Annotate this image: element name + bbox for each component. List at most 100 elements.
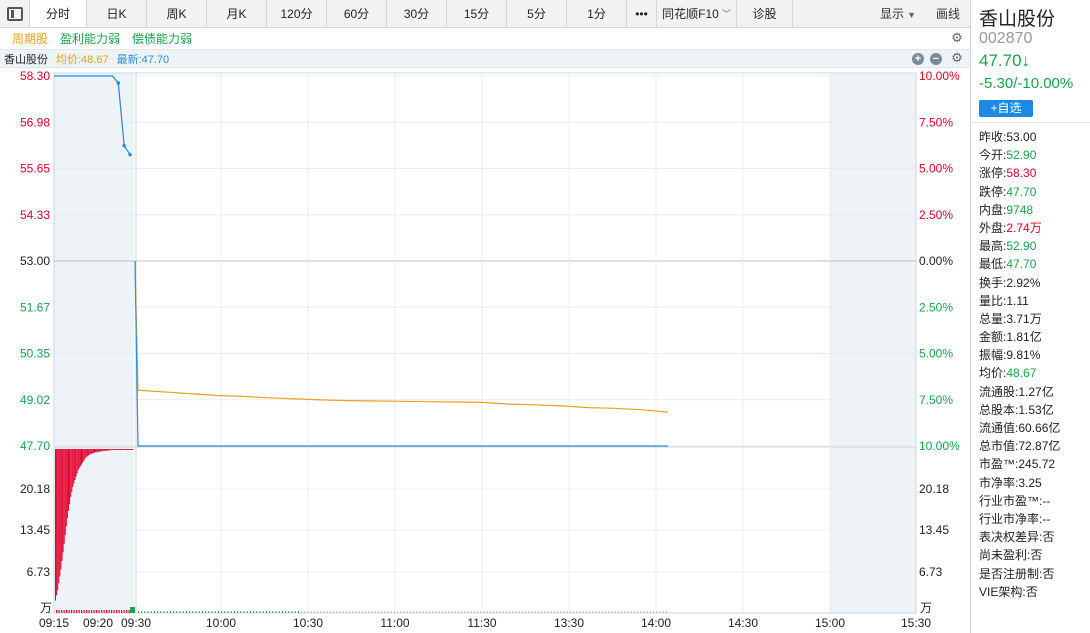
stock-change: -5.30/-10.00%	[979, 75, 1074, 92]
volume-bar	[592, 611, 594, 613]
tab-3[interactable]: 月K	[207, 0, 267, 27]
chart-settings-gear-icon[interactable]: ⚙	[950, 51, 964, 65]
volume-bar	[454, 611, 456, 613]
tab-1[interactable]: 日K	[87, 0, 147, 27]
volume-bar	[413, 611, 415, 613]
volume-bar	[547, 611, 549, 613]
volume-bar	[637, 611, 639, 613]
tab-8[interactable]: 5分	[507, 0, 567, 27]
volume-bar	[282, 611, 283, 613]
stat-label: 换手:	[979, 275, 1007, 290]
stat-value: 1.81亿	[1006, 330, 1042, 345]
volume-bar	[269, 611, 271, 613]
tab-5[interactable]: 60分	[327, 0, 387, 27]
sidebar-toggle-button[interactable]	[0, 0, 30, 27]
volume-bar	[77, 449, 79, 470]
volume-bar	[234, 611, 235, 613]
volume-bar	[435, 611, 437, 613]
time-tick-label: 09:30	[121, 616, 151, 630]
volume-bar	[72, 449, 74, 487]
intraday-chart[interactable]: 58.30 10.00% 56.98 7.50% 55.65 5.00% 54.33 2.50…	[0, 68, 970, 633]
volume-bar	[76, 449, 78, 474]
tab-label: 15分	[463, 7, 490, 21]
volume-bar	[502, 611, 504, 613]
stat-value: 1.11	[1006, 293, 1029, 308]
stat-value: 2.92%	[1006, 275, 1041, 290]
volume-bar	[122, 449, 124, 450]
chart-period-toolbar: 分时 日K 周K 月K 120分 60分 30分 15分 5分 1分 ••• 同花顺F10 ﹀ 诊股 显示…	[0, 0, 970, 28]
period-tabs: 分时 日K 周K 月K 120分 60分 30分 15分 5分 1分 ••• 同花顺F10 ﹀ 诊股	[30, 0, 793, 27]
chevron-down-icon: ▼	[907, 10, 916, 20]
legend-avg-price: 均价:48.67	[56, 53, 109, 66]
volume-bar	[224, 611, 226, 613]
volume-bar	[512, 611, 514, 613]
stock-code: 002870	[979, 30, 1033, 47]
volume-bar	[640, 611, 642, 613]
volume-bar	[68, 449, 69, 511]
stat-row: 最低:47.70	[979, 255, 1090, 273]
volume-bar	[74, 449, 76, 480]
chart-legend-row: 香山股份 均价:48.67 最新:47.70 + − ⚙	[0, 50, 970, 68]
tab-11[interactable]: 同花顺F10 ﹀	[657, 0, 737, 27]
add-watchlist-button[interactable]: +自选	[979, 100, 1033, 117]
tag-solvency[interactable]: 偿债能力弱	[132, 30, 192, 47]
volume-bar	[618, 611, 619, 613]
volume-bar	[66, 610, 68, 613]
volume-bar	[579, 611, 581, 613]
tab-9[interactable]: 1分	[567, 0, 627, 27]
tab-12[interactable]: 诊股	[737, 0, 793, 27]
stat-label: 量比:	[979, 293, 1007, 308]
volume-bar	[429, 611, 431, 613]
volume-bar	[314, 611, 315, 613]
time-tick-label: 14:30	[728, 616, 758, 630]
auction-point	[128, 152, 132, 157]
tag-cyclical[interactable]: 周期股	[12, 30, 48, 47]
stat-label: 行业市净率:	[979, 511, 1043, 526]
tag-profitability[interactable]: 盈利能力弱	[60, 30, 120, 47]
stat-row: 市净率:3.25	[979, 474, 1090, 492]
volume-bar	[522, 611, 523, 613]
volume-bar	[557, 611, 559, 613]
volume-bar	[90, 449, 92, 455]
display-menu-button[interactable]: 显示 ▼	[870, 5, 926, 22]
volume-bar	[390, 611, 392, 613]
volume-bar	[554, 611, 555, 613]
stat-label: 昨收:	[979, 130, 1007, 144]
stat-row: 市盈™:245.72	[979, 455, 1090, 473]
volume-bar	[662, 611, 664, 613]
pct-tick-label: 7.50%	[919, 115, 953, 129]
stat-value: 47.70	[1006, 257, 1037, 272]
volume-bar	[330, 611, 331, 613]
zoom-out-icon[interactable]: −	[930, 53, 942, 65]
stat-label: 金额:	[979, 330, 1007, 345]
volume-bar	[461, 611, 463, 613]
tab-label: 月K	[226, 7, 247, 21]
tab-0[interactable]: 分时	[30, 0, 87, 27]
stat-label: 总股本:	[979, 402, 1019, 417]
volume-bar	[157, 611, 159, 613]
stat-row: 内盘:9748	[979, 201, 1090, 219]
price-tick-label: 53.00	[20, 254, 50, 268]
volume-bar	[285, 611, 287, 613]
volume-bar	[586, 611, 587, 613]
draw-line-button[interactable]: 画线	[926, 5, 970, 22]
volume-bar	[646, 611, 648, 613]
volume-bar	[560, 611, 562, 613]
stat-row: 振幅:9.81%	[979, 346, 1090, 364]
volume-bar	[58, 610, 60, 613]
tab-7[interactable]: 15分	[447, 0, 507, 27]
tab-4[interactable]: 120分	[267, 0, 327, 27]
tab-10[interactable]: •••	[627, 0, 657, 27]
gear-icon[interactable]: ⚙	[950, 31, 964, 45]
volume-bar	[78, 610, 80, 613]
volume-bar	[78, 449, 80, 468]
stat-label: 流通值:	[979, 421, 1019, 435]
legend-last-price: 最新:47.70	[116, 53, 170, 66]
zoom-in-icon[interactable]: +	[912, 53, 924, 65]
stat-row: 行业市盈™:--	[979, 492, 1090, 510]
volume-bar	[445, 611, 447, 613]
stat-row: 总股本:1.53亿	[979, 401, 1090, 419]
volume-bar	[243, 611, 245, 613]
tab-6[interactable]: 30分	[387, 0, 447, 27]
tab-2[interactable]: 周K	[147, 0, 207, 27]
